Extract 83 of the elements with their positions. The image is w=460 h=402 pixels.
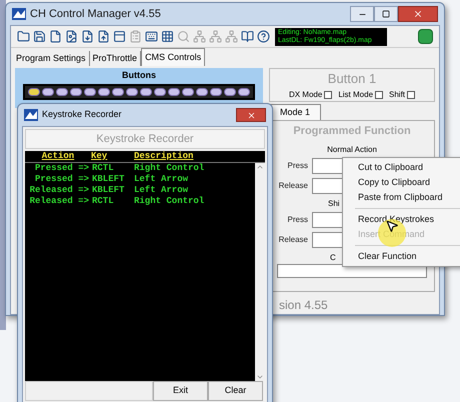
menu-item[interactable]: Clear Function [343,249,460,264]
field-label: Press [286,160,308,172]
app-icon [24,109,38,121]
field-label: Press [286,214,308,226]
device-button[interactable] [112,88,124,96]
panel-title: Button 1 [328,70,376,88]
list-cell-text: Right Control [134,162,206,174]
panel-title: Buttons [122,69,156,82]
window-icon[interactable] [113,30,126,43]
device-button[interactable] [56,88,68,96]
field-label: Release [278,180,308,192]
scroll-up-icon[interactable] [256,163,264,171]
grid-icon[interactable] [161,30,174,43]
list-cell-text: Left Arrow [134,184,190,196]
maximize-button[interactable] [374,6,398,22]
column-header: Description [134,150,194,163]
close-button[interactable] [236,108,266,122]
book-icon[interactable] [241,30,254,43]
device-button[interactable] [154,88,166,96]
checkbox[interactable] [375,90,384,99]
menu-item[interactable]: Paste from Clipboard [343,190,460,205]
device-button[interactable] [182,88,194,96]
keyboard-icon[interactable] [145,30,158,43]
close-icon [413,9,423,19]
close-button[interactable] [398,6,438,22]
list-cell-text: Right Control [134,194,206,208]
list-cell-text: RCTL [91,194,115,208]
option-label: DX Mode [288,88,322,101]
window-title: Keystroke Recorder [42,108,122,122]
section-label: Shi [328,198,340,210]
list-cell-text: KBLEFT [91,172,126,186]
close-icon [246,110,256,120]
section-label: C [330,252,336,264]
tab[interactable]: Mode 1 [269,104,322,120]
device-button[interactable] [140,88,152,96]
checkbox[interactable] [324,90,332,99]
device-button[interactable] [168,88,180,96]
image-file-icon[interactable] [65,30,78,43]
app-icon [12,8,26,20]
file-up-icon[interactable] [97,30,110,43]
device-button[interactable] [238,88,250,96]
column-header: Key [91,150,108,163]
device-button[interactable] [28,88,40,96]
folder-icon[interactable] [17,30,30,43]
device-button[interactable] [84,88,96,96]
device-button[interactable] [42,88,54,96]
heading-text: Keystroke Recorder [96,132,194,147]
tab[interactable]: CMS Controls [141,48,206,66]
window-title: CH Control Manager v4.55 [30,6,161,22]
list-cell-text: Released => [28,194,90,208]
column-header: Action [40,150,76,163]
tab[interactable]: Program Settings [13,51,90,66]
dialog-button[interactable]: Exit [153,381,208,401]
scroll-down-icon[interactable] [256,373,264,381]
list-cell-text: RCTL [91,162,115,175]
device-button[interactable] [70,88,82,96]
section-label: Normal Action [327,144,377,156]
document-icon[interactable] [49,30,62,43]
clipboard-icon[interactable] [129,30,142,43]
list-cell-text: KBLEFT [91,184,126,197]
option-label: List Mode [338,88,374,101]
list-cell-text: Left Arrow [134,172,190,185]
device-button[interactable] [196,88,208,96]
checkbox[interactable] [407,90,416,99]
device-button[interactable] [210,88,222,96]
list-cell-text: Pressed => [34,162,90,174]
dialog-button[interactable]: Clear [208,381,263,401]
field-label: Release [278,234,308,246]
menu-item[interactable]: Cut to Clipboard [343,160,460,175]
option-label: Shift [389,88,406,101]
device-button[interactable] [224,88,236,96]
version-text: sion 4.55 [279,297,328,314]
help-icon[interactable] [257,30,270,43]
device-button[interactable] [126,88,138,96]
list-cell-text: Pressed => [34,172,90,186]
device-button[interactable] [98,88,110,96]
list-cell-text: Released => [28,184,90,196]
menu-item[interactable]: Copy to Clipboard [343,175,460,190]
file-down-icon[interactable] [81,30,94,43]
maximize-icon [382,10,390,18]
save-icon[interactable] [33,30,46,43]
menu-item[interactable]: Record Keystrokes [343,212,460,227]
panel-title: Programmed Function [293,124,411,139]
